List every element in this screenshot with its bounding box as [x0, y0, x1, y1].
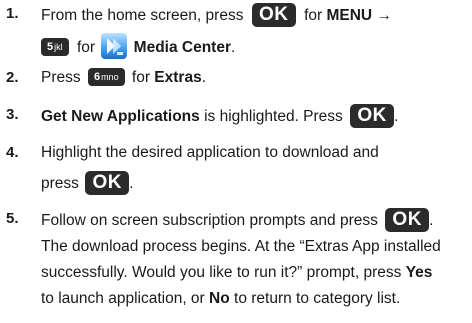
- menu-label: MENU: [326, 7, 373, 25]
- ok-key-icon: OK: [350, 104, 395, 128]
- step-5-number: 5.: [6, 210, 19, 227]
- step-3-line-1: Get New Applications is highlighted. Pre…: [41, 104, 399, 128]
- media-center-icon: [101, 33, 128, 59]
- step-1-line-1: From the home screen, press OK for MENU …: [41, 3, 392, 27]
- key-6-mno-icon: 6mno: [87, 67, 125, 86]
- step-5-line-4: to launch application, or No to return t…: [41, 290, 401, 307]
- instructions-document: 1. From the home screen, press OK for ME…: [0, 0, 472, 323]
- step-5-line-3: successfully. Would you like to run it?”…: [41, 264, 433, 281]
- yes-label: Yes: [405, 264, 433, 281]
- ok-key-icon: OK: [251, 3, 296, 27]
- arrow-icon: →: [376, 7, 392, 25]
- get-new-applications-label: Get New Applications: [41, 108, 200, 126]
- ok-key-icon: OK: [385, 208, 430, 232]
- extras-label: Extras: [154, 69, 202, 86]
- step-4-line-1: Highlight the desired application to dow…: [41, 144, 379, 161]
- step-4-line-2: press OK.: [41, 171, 134, 195]
- step-2-line-1: Press 6mno for Extras.: [41, 67, 207, 86]
- no-label: No: [209, 290, 230, 307]
- step-5-line-2: The download process begins. At the “Ext…: [41, 238, 441, 255]
- key-5-jkl-icon: 5jkl: [41, 38, 69, 56]
- step-1-number: 1.: [6, 5, 19, 22]
- step-4-number: 4.: [6, 144, 19, 161]
- media-center-label: Media Center: [133, 39, 231, 57]
- step-5-line-1: Follow on screen subscription prompts an…: [41, 208, 434, 232]
- ok-key-icon: OK: [85, 171, 130, 195]
- step-2-number: 2.: [6, 69, 19, 86]
- step-3-number: 3.: [6, 106, 19, 123]
- step-1-line-2: 5jkl for Media Center.: [41, 33, 235, 61]
